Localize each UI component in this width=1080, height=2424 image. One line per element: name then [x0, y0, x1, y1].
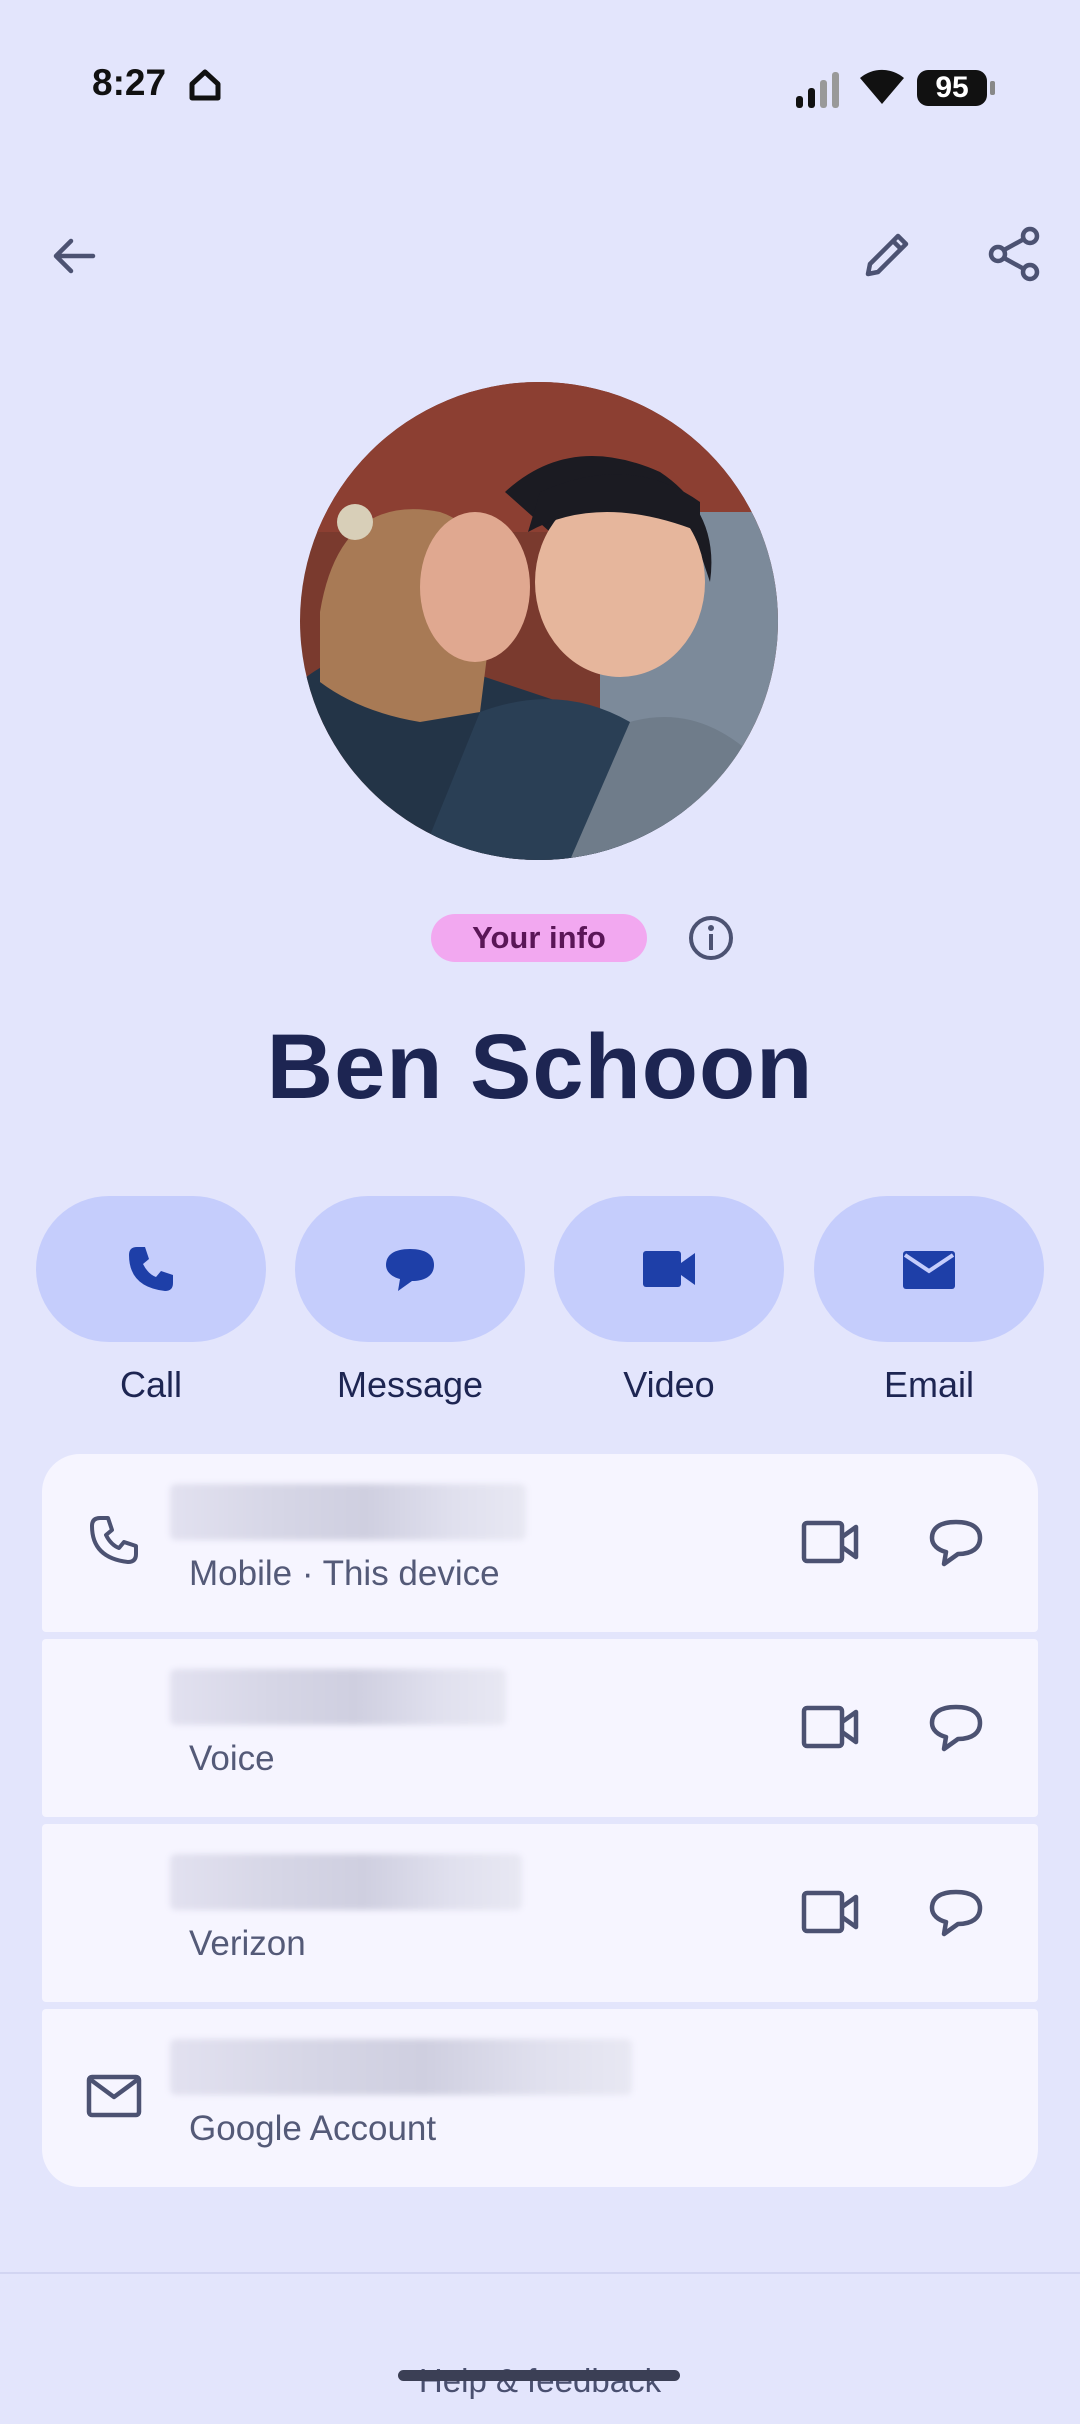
email-label: Email — [883, 1364, 975, 1405]
edit-button[interactable] — [852, 218, 924, 290]
redacted-phone-number — [170, 1854, 522, 1910]
video-call-button[interactable] — [794, 1506, 866, 1578]
video-outline-icon — [801, 1705, 859, 1749]
status-time: 8:27 — [92, 62, 167, 103]
battery-indicator: 95 — [917, 70, 995, 106]
video-outline-icon — [801, 1890, 859, 1934]
phone-label: Mobile · This device — [189, 1554, 500, 1593]
help-feedback-link[interactable]: Help & feedback — [0, 2362, 1080, 2400]
redacted-phone-number — [170, 1484, 526, 1540]
video-label: Video — [623, 1364, 715, 1405]
signal-icon — [796, 72, 839, 108]
share-button[interactable] — [978, 218, 1050, 290]
phone-icon — [129, 1247, 173, 1291]
video-icon — [643, 1251, 695, 1287]
phone-label: Voice — [189, 1739, 275, 1778]
gesture-home-bar[interactable] — [398, 2370, 680, 2381]
message-action[interactable]: Message — [295, 1196, 525, 1406]
email-action[interactable]: Email — [814, 1196, 1044, 1406]
contact-photo[interactable] — [300, 382, 778, 860]
wifi-icon — [860, 69, 904, 104]
email-outline-icon — [86, 2074, 142, 2118]
quick-actions: Call Message Video Email — [36, 1196, 1044, 1416]
email-label: Google Account — [189, 2109, 437, 2148]
send-message-button[interactable] — [920, 1876, 992, 1948]
footer-divider — [0, 2272, 1080, 2274]
send-message-button[interactable] — [920, 1691, 992, 1763]
message-outline-icon — [929, 1704, 983, 1752]
message-outline-icon — [929, 1519, 983, 1567]
contact-photo-image — [300, 382, 778, 860]
video-action[interactable]: Video — [554, 1196, 784, 1406]
video-call-button[interactable] — [794, 1691, 866, 1763]
message-outline-icon — [929, 1889, 983, 1937]
info-icon[interactable] — [686, 913, 736, 963]
email-icon — [903, 1251, 955, 1289]
pencil-icon — [865, 233, 909, 277]
email-button[interactable] — [814, 1196, 1044, 1342]
send-message-button[interactable] — [920, 1506, 992, 1578]
phone-row-mobile[interactable]: Mobile · This device — [42, 1454, 1038, 1632]
redacted-phone-number — [170, 1669, 506, 1725]
message-button[interactable] — [295, 1196, 525, 1342]
message-label: Message — [336, 1364, 484, 1405]
back-button[interactable] — [38, 220, 110, 292]
video-button[interactable] — [554, 1196, 784, 1342]
redacted-email-address — [170, 2039, 632, 2095]
home-status-icon — [189, 69, 221, 101]
email-row[interactable]: Google Account — [42, 2009, 1038, 2187]
video-call-button[interactable] — [794, 1876, 866, 1948]
share-icon — [988, 226, 1040, 282]
phone-row-voice[interactable]: Voice — [42, 1639, 1038, 1817]
contact-name: Ben Schoon — [266, 1016, 814, 1118]
video-outline-icon — [801, 1520, 859, 1564]
status-bar: 8:27 95 — [0, 0, 1080, 170]
call-label: Call — [119, 1364, 182, 1405]
phone-icon — [90, 1516, 138, 1564]
call-button[interactable] — [36, 1196, 266, 1342]
message-icon — [386, 1249, 434, 1291]
phone-label: Verizon — [189, 1924, 306, 1963]
call-action[interactable]: Call — [36, 1196, 266, 1406]
phone-row-verizon[interactable]: Verizon — [42, 1824, 1038, 2002]
your-info-badge: Your info — [431, 914, 647, 962]
arrow-back-icon — [53, 238, 96, 274]
